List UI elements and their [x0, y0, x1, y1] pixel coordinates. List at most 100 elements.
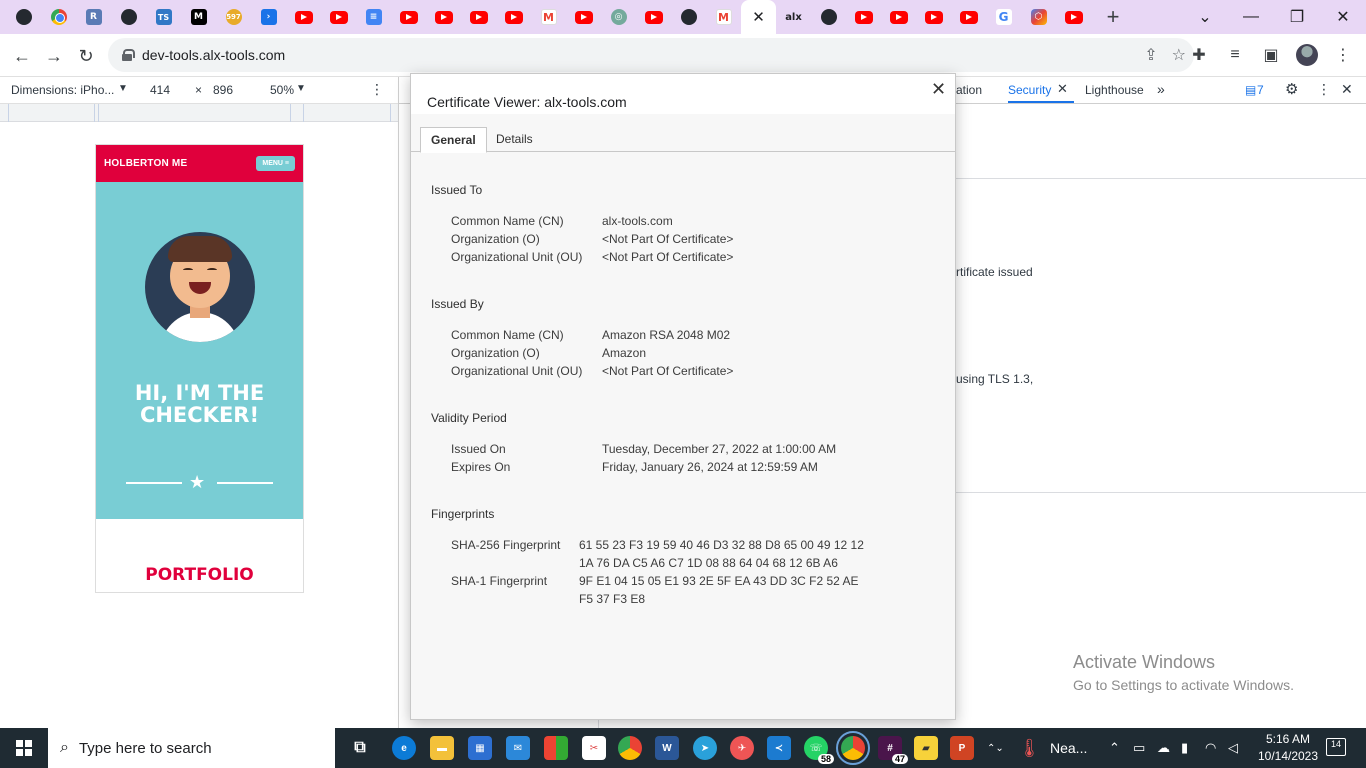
sticky-notes-icon[interactable]: ▰ — [914, 736, 938, 760]
search-placeholder[interactable]: Type here to search — [79, 740, 212, 757]
browser-tab[interactable] — [811, 0, 846, 34]
issues-icon[interactable]: ▤ — [1245, 83, 1256, 97]
weather-icon[interactable]: 🌡 — [1018, 728, 1041, 768]
device-dimensions-select[interactable]: Dimensions: iPho... — [11, 83, 114, 97]
browser-tab[interactable]: ≡ — [356, 0, 391, 34]
dropdown-arrow-icon[interactable]: ▼ — [118, 83, 128, 94]
profile-avatar[interactable] — [1294, 40, 1320, 70]
powerpoint-icon[interactable]: P — [950, 736, 974, 760]
browser-tab[interactable]: M — [531, 0, 566, 34]
browser-tab[interactable] — [321, 0, 356, 34]
back-button[interactable]: ← — [6, 40, 38, 72]
menu-button[interactable]: MENU ≡ — [256, 156, 295, 171]
close-icon[interactable]: ✕ — [931, 79, 946, 100]
scroll-taskbar-icon[interactable]: ⌃⌄ — [987, 728, 1004, 768]
brand-logo[interactable]: HOLBERTON ME — [104, 158, 187, 169]
tab-lighthouse[interactable]: Lighthouse — [1085, 83, 1144, 97]
browser-tab[interactable] — [951, 0, 986, 34]
browser-tab[interactable]: ◎ — [601, 0, 636, 34]
url-text[interactable]: dev-tools.alx-tools.com — [142, 47, 285, 63]
tab-general[interactable]: General — [420, 127, 487, 153]
whatsapp-icon[interactable]: ☏ 58 — [804, 736, 834, 764]
browser-tab[interactable] — [426, 0, 461, 34]
maximize-button[interactable]: ❐ — [1274, 0, 1320, 34]
start-button[interactable] — [0, 728, 48, 768]
zoom-select[interactable]: 50% — [270, 83, 294, 97]
tab-search-chevron-icon[interactable]: ⌄ — [1182, 0, 1228, 34]
browser-tab[interactable]: alx — [776, 0, 811, 34]
browser-tab[interactable]: › — [251, 0, 286, 34]
close-window-button[interactable]: ✕ — [1320, 0, 1366, 34]
address-bar[interactable]: dev-tools.alx-tools.com ⇪ ☆ — [108, 38, 1194, 72]
forward-button[interactable]: → — [38, 40, 70, 72]
new-tab-button[interactable]: + — [1095, 0, 1131, 34]
browser-tab[interactable] — [461, 0, 496, 34]
reload-button[interactable]: ↻ — [70, 40, 102, 72]
snipping-icon[interactable]: ✂ — [582, 736, 606, 760]
browser-tab[interactable] — [846, 0, 881, 34]
solitaire-icon[interactable] — [544, 736, 568, 760]
tab-security[interactable]: Security — [1008, 83, 1051, 97]
browser-tab[interactable]: M — [181, 0, 216, 34]
wifi-icon[interactable]: ◠ — [1205, 728, 1216, 768]
media-query-ruler[interactable] — [0, 104, 398, 122]
tab-details[interactable]: Details — [486, 127, 543, 152]
battery-icon[interactable]: ▮ — [1181, 728, 1188, 768]
tab-application[interactable]: ation — [956, 83, 982, 97]
browser-tab[interactable] — [916, 0, 951, 34]
browser-tab[interactable]: R — [76, 0, 111, 34]
microsoft-store-icon[interactable]: ▦ — [468, 736, 492, 760]
more-tabs-icon[interactable]: » — [1157, 81, 1165, 97]
browser-tab[interactable]: TS — [146, 0, 181, 34]
devtools-more-icon[interactable]: ⋮ — [1317, 81, 1331, 98]
browser-tab[interactable] — [496, 0, 531, 34]
close-tab-icon[interactable]: ✕ — [1057, 81, 1068, 97]
browser-tab[interactable]: ⬡ — [1021, 0, 1056, 34]
zoom-dropdown-icon[interactable]: ▼ — [296, 83, 306, 94]
browser-tab[interactable] — [566, 0, 601, 34]
notification-center-icon[interactable]: 14 — [1326, 738, 1346, 756]
taskbar-search[interactable]: ⌕ Type here to search — [48, 728, 335, 768]
browser-tab[interactable]: G — [986, 0, 1021, 34]
onedrive-icon[interactable]: ☁ — [1157, 728, 1170, 768]
browser-tab[interactable]: ✕ — [741, 0, 776, 34]
chrome-active-icon[interactable] — [836, 731, 870, 765]
browser-tab[interactable] — [1056, 0, 1091, 34]
browser-tab[interactable] — [6, 0, 41, 34]
mail-icon[interactable]: ✉ — [506, 736, 530, 760]
browser-tab[interactable] — [391, 0, 426, 34]
media-control-icon[interactable]: ≡ — [1222, 40, 1248, 70]
browser-tab[interactable] — [636, 0, 671, 34]
minimize-button[interactable]: — — [1228, 0, 1274, 34]
browser-tab[interactable]: 597 — [216, 0, 251, 34]
weather-text[interactable]: Nea... — [1050, 728, 1087, 768]
task-view-icon[interactable]: ⧉ — [348, 736, 372, 760]
chrome-taskbar-icon[interactable] — [618, 736, 642, 760]
system-clock[interactable]: 5:16 AM 10/14/2023 — [1253, 731, 1323, 765]
browser-tab[interactable] — [881, 0, 916, 34]
browser-tab[interactable] — [671, 0, 706, 34]
word-icon[interactable]: W — [655, 736, 679, 760]
browser-tab[interactable]: M — [706, 0, 741, 34]
browser-tab[interactable] — [286, 0, 321, 34]
close-devtools-icon[interactable]: ✕ — [1341, 81, 1353, 98]
side-panel-icon[interactable]: ▣ — [1258, 40, 1284, 70]
device-more-icon[interactable]: ⋮ — [370, 81, 384, 98]
bookmark-star-icon[interactable]: ☆ — [1172, 45, 1186, 65]
width-input[interactable]: 414 — [150, 83, 170, 97]
volume-icon[interactable]: ◁ — [1228, 728, 1238, 768]
vscode-icon[interactable]: ≺ — [767, 736, 791, 760]
more-menu-icon[interactable]: ⋮ — [1330, 40, 1356, 70]
settings-gear-icon[interactable]: ⚙ — [1285, 80, 1298, 98]
lock-icon[interactable] — [122, 49, 135, 61]
close-icon[interactable]: ✕ — [752, 8, 765, 26]
file-explorer-icon[interactable]: ▬ — [430, 736, 454, 760]
app-icon[interactable]: ✈ — [730, 736, 754, 760]
edge-icon[interactable]: e — [392, 736, 416, 760]
show-hidden-icons[interactable]: ⌃ — [1109, 728, 1120, 768]
avatar[interactable] — [1296, 44, 1318, 66]
extensions-icon[interactable]: ✚ — [1186, 40, 1212, 70]
share-icon[interactable]: ⇪ — [1144, 45, 1157, 65]
telegram-icon[interactable]: ➤ — [693, 736, 717, 760]
meet-now-icon[interactable]: ▭ — [1133, 728, 1145, 768]
